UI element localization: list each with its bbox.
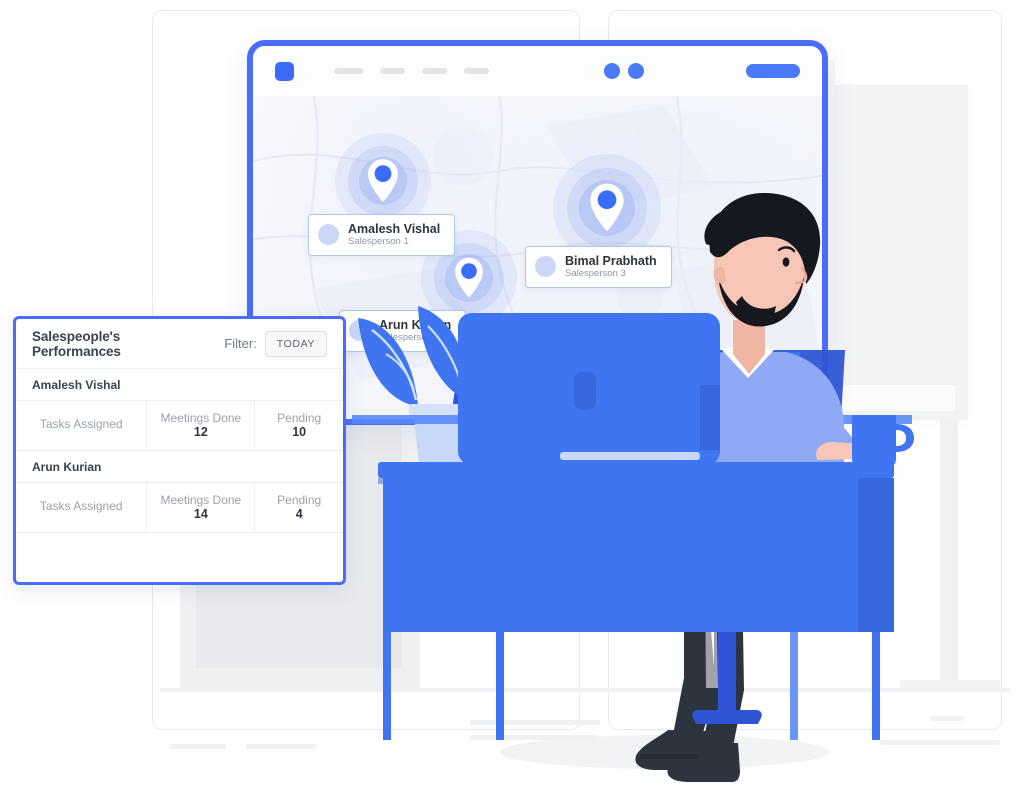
nav-item-placeholder[interactable] <box>380 68 405 74</box>
metric-tasks-assigned[interactable]: Tasks Assigned <box>16 483 148 532</box>
avatar <box>535 256 556 278</box>
map-card-role: Salesperson 1 <box>348 236 409 248</box>
map-info-card-2[interactable]: Arun Kurian Salesperson 2 <box>339 310 467 352</box>
salespeople-performance-card[interactable]: Salespeople's Performances Filter: TODAY… <box>13 316 346 585</box>
metric-label: Meetings Done <box>160 492 242 507</box>
map-info-card-1[interactable]: Amalesh Vishal Salesperson 1 <box>308 214 456 256</box>
metric-meetings-done[interactable]: Meetings Done 12 <box>147 401 256 450</box>
floor-mark <box>170 744 226 749</box>
nav-item-placeholder[interactable] <box>422 68 447 74</box>
nav-item-placeholder[interactable] <box>334 68 363 74</box>
metric-label: Tasks Assigned <box>39 499 123 514</box>
primary-action-pill-button[interactable] <box>746 64 800 78</box>
page-title: Salespeople's Performances <box>32 328 121 359</box>
avatar <box>318 224 339 246</box>
nav-placeholder-group <box>334 68 489 74</box>
whiteboard <box>835 85 968 420</box>
performance-card-footer <box>16 533 343 575</box>
filter-label: Filter: <box>224 336 257 351</box>
performance-card-header: Salespeople's Performances Filter: TODAY <box>16 319 343 368</box>
metric-pending[interactable]: Pending 10 <box>255 401 343 450</box>
floor-line <box>160 688 1010 692</box>
chrome-dot-group <box>604 63 644 79</box>
metric-label: Pending <box>277 492 322 507</box>
floor-mark <box>930 716 964 721</box>
floor-mark <box>246 744 316 749</box>
metric-label: Meetings Done <box>160 410 242 425</box>
location-pin-icon <box>590 183 624 231</box>
avatar <box>349 320 370 342</box>
metric-value: 10 <box>292 424 307 439</box>
map-card-name: Amalesh Vishal <box>348 222 441 236</box>
map-decor-blob <box>433 126 493 186</box>
nav-item-placeholder[interactable] <box>464 68 489 74</box>
chrome-dot-icon[interactable] <box>628 63 644 79</box>
whiteboard-leg <box>940 420 958 685</box>
location-pin-icon <box>455 257 483 298</box>
metric-label: Pending <box>277 410 322 425</box>
chrome-dot-icon[interactable] <box>604 63 620 79</box>
metrics-row: Tasks Assigned Meetings Done 14 Pending … <box>16 482 343 533</box>
metric-meetings-done[interactable]: Meetings Done 14 <box>147 483 256 532</box>
whiteboard-tray <box>840 385 955 411</box>
illustration-stage: Amalesh Vishal Salesperson 1 Arun Kurian… <box>0 0 1030 790</box>
app-logo-icon[interactable] <box>275 61 294 81</box>
metric-label: Tasks Assigned <box>39 417 123 432</box>
map-card-role: Salesperson 2 <box>379 332 440 344</box>
person-name-row: Arun Kurian <box>32 459 102 474</box>
person-name-row: Amalesh Vishal <box>32 377 121 392</box>
filter-today-button[interactable]: TODAY <box>264 330 327 357</box>
metric-pending[interactable]: Pending 4 <box>255 483 343 532</box>
floor-shadow <box>500 735 830 769</box>
metric-value: 4 <box>295 506 303 521</box>
metric-value: 14 <box>193 506 208 521</box>
floor-mark <box>880 740 1000 745</box>
location-pin-icon <box>368 159 398 202</box>
metric-tasks-assigned[interactable]: Tasks Assigned <box>16 401 148 450</box>
floor-mark <box>470 720 600 725</box>
map-decor-blob <box>553 321 631 399</box>
map-info-card-3[interactable]: Bimal Prabhath Salesperson 3 <box>525 246 672 288</box>
map-card-name: Bimal Prabhath <box>565 254 657 268</box>
map-card-role: Salesperson 3 <box>565 268 626 280</box>
browser-chrome <box>253 46 822 96</box>
map-card-name: Arun Kurian <box>379 318 452 332</box>
metric-value: 12 <box>193 424 208 439</box>
floor-mark <box>470 735 598 740</box>
metrics-row: Tasks Assigned Meetings Done 12 Pending … <box>16 400 343 451</box>
